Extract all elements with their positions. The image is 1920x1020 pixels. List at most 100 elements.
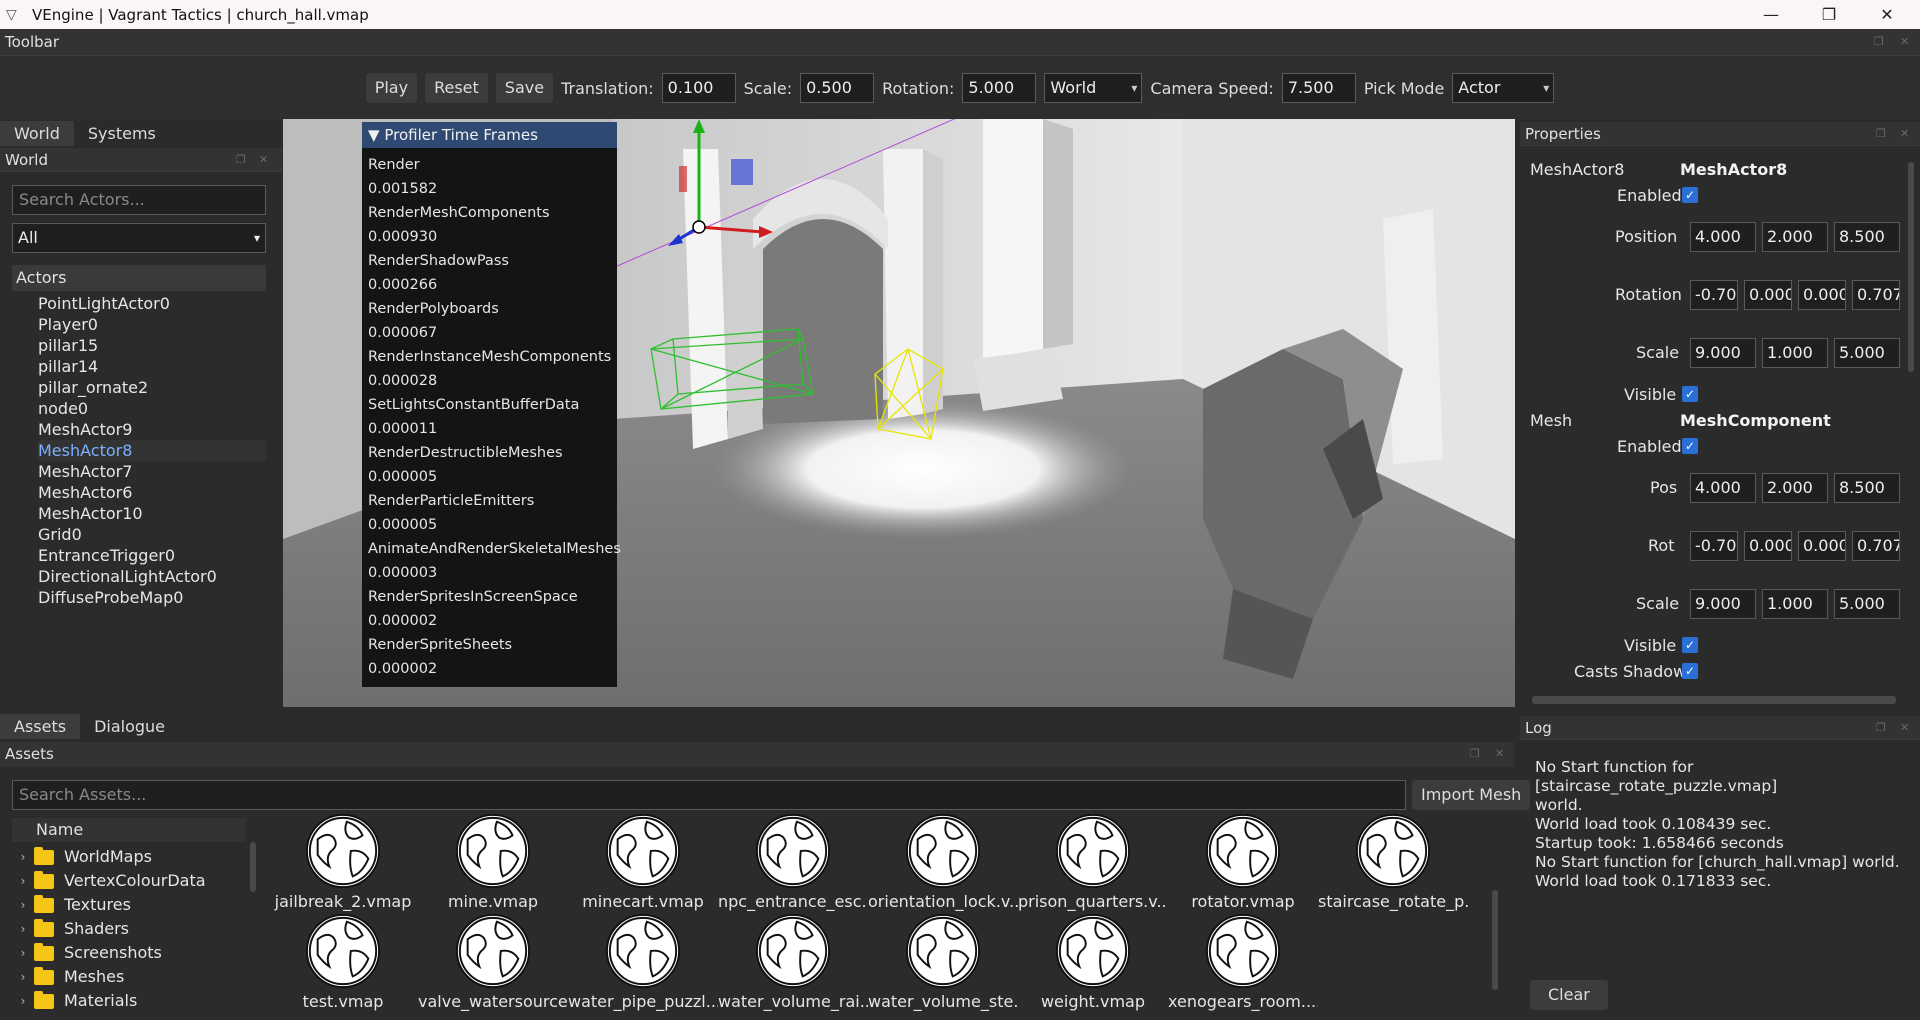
rot-z-input[interactable]: 0.000 [1798,531,1846,561]
tab-world[interactable]: World [0,121,74,146]
tab-assets[interactable]: Assets [0,714,81,739]
chevron-right-icon[interactable]: › [12,941,34,965]
asset-tile[interactable]: mine.vmap [418,812,568,911]
folder-tree-item[interactable]: › WorldMaps [12,845,246,869]
position-y-input[interactable]: 2.000 [1762,222,1828,252]
close-panel-icon[interactable]: ✕ [1900,716,1909,740]
actor-filter-select[interactable]: All [12,223,266,253]
asset-tile[interactable]: weight.vmap [1018,912,1168,1011]
scale-input[interactable]: 0.500 [800,73,875,103]
chevron-right-icon[interactable]: › [12,989,34,1013]
asset-tile[interactable]: water_volume_ste... [868,912,1018,1011]
actor-list-item[interactable]: Grid0 [38,524,266,545]
undock-icon[interactable]: ❐ [236,148,246,172]
properties-vscrollbar[interactable] [1908,162,1914,372]
asset-tile[interactable]: valve_watersource... [418,912,568,1011]
close-panel-icon[interactable]: ✕ [1495,742,1504,766]
mesh-scale-y-input[interactable]: 1.000 [1762,589,1828,619]
actor-list-item[interactable]: pillar14 [38,356,266,377]
rot-x-input[interactable]: -0.707 [1690,531,1738,561]
casts-shadow-checkbox[interactable]: ✓ [1682,663,1698,679]
undock-icon[interactable]: ❐ [1470,742,1480,766]
rotation-y-input[interactable]: 0.000 [1744,280,1792,310]
pos-z-input[interactable]: 8.500 [1834,473,1900,503]
actor-list-item[interactable]: node0 [38,398,266,419]
actor-list-item[interactable]: PointLightActor0 [38,293,266,314]
folder-tree-item[interactable]: › Materials [12,989,246,1013]
folder-tree-item[interactable]: › Screenshots [12,941,246,965]
actor-list-item[interactable]: pillar15 [38,335,266,356]
asset-tile[interactable]: npc_entrance_esc... [718,812,868,911]
pos-y-input[interactable]: 2.000 [1762,473,1828,503]
profiler-window[interactable]: ▼ Profiler Time Frames Render 0.001582 Ren… [362,122,621,687]
play-button[interactable]: Play [365,73,418,103]
close-icon[interactable]: ✕ [1858,0,1916,29]
rotation-w-input[interactable]: 0.707 [1852,280,1900,310]
asset-tile[interactable]: rotator.vmap [1168,812,1318,911]
asset-tile[interactable]: jailbreak_2.vmap [268,812,418,911]
asset-search-input[interactable]: Search Assets... [12,780,1406,810]
mesh-enabled-checkbox[interactable]: ✓ [1682,438,1698,454]
actor-list-item[interactable]: DiffuseProbeMap0 [38,587,266,608]
undock-icon[interactable]: ❐ [1876,122,1886,146]
space-select[interactable]: World [1044,73,1143,103]
visible-checkbox[interactable]: ✓ [1682,386,1698,402]
actor-list-item[interactable]: Player0 [38,314,266,335]
asset-tile[interactable]: orientation_lock.v... [868,812,1018,911]
folder-tree-item[interactable]: › Textures [12,893,246,917]
mesh-visible-checkbox[interactable]: ✓ [1682,637,1698,653]
folder-tree-item[interactable]: › Meshes [12,965,246,989]
save-button[interactable]: Save [495,73,554,103]
restore-icon[interactable]: ❐ [1800,0,1858,29]
scale-x-input[interactable]: 9.000 [1690,338,1756,368]
chevron-right-icon[interactable]: › [12,917,34,941]
chevron-right-icon[interactable]: › [12,893,34,917]
asset-tile[interactable]: minecart.vmap [568,812,718,911]
asset-tile[interactable]: xenogears_room.... [1168,912,1318,1011]
clear-log-button[interactable]: Clear [1530,980,1608,1010]
asset-tile[interactable]: water_pipe_puzzl... [568,912,718,1011]
tree-scrollbar[interactable] [250,842,256,892]
enabled-checkbox[interactable]: ✓ [1682,187,1698,203]
properties-hscrollbar[interactable] [1532,696,1896,704]
folder-tree-item[interactable]: › Shaders [12,917,246,941]
chevron-right-icon[interactable]: › [12,845,34,869]
actor-list-item[interactable]: MeshActor6 [38,482,266,503]
tab-systems[interactable]: Systems [73,121,170,146]
actor-list-item[interactable]: MeshActor9 [38,419,266,440]
asset-tile[interactable]: water_volume_rai... [718,912,868,1011]
rot-y-input[interactable]: 0.000 [1744,531,1792,561]
asset-tile[interactable]: test.vmap [268,912,418,1011]
position-x-input[interactable]: 4.000 [1690,222,1756,252]
asset-tile[interactable]: staircase_rotate_p... [1318,812,1468,911]
rotation-z-input[interactable]: 0.000 [1798,280,1846,310]
close-panel-icon[interactable]: ✕ [259,148,268,172]
chevron-right-icon[interactable]: › [12,869,34,893]
actor-list-item[interactable]: MeshActor7 [38,461,266,482]
undock-icon[interactable]: ❐ [1874,29,1884,55]
undock-icon[interactable]: ❐ [1876,716,1886,740]
import-mesh-button[interactable]: Import Mesh [1412,780,1531,810]
actor-search-input[interactable]: Search Actors... [12,185,266,215]
mesh-scale-x-input[interactable]: 9.000 [1690,589,1756,619]
chevron-right-icon[interactable]: › [12,965,34,989]
mesh-scale-z-input[interactable]: 5.000 [1834,589,1900,619]
collapse-triangle-icon[interactable]: ▼ [368,126,380,144]
asset-tile[interactable]: prison_quarters.v... [1018,812,1168,911]
rot-w-input[interactable]: 0.707 [1852,531,1900,561]
position-z-input[interactable]: 8.500 [1834,222,1900,252]
folder-tree-item[interactable]: › VertexColourData [12,869,246,893]
rotation-input[interactable]: 5.000 [962,73,1037,103]
scale-y-input[interactable]: 1.000 [1762,338,1828,368]
close-panel-icon[interactable]: ✕ [1900,29,1909,55]
pos-x-input[interactable]: 4.000 [1690,473,1756,503]
pick-mode-select[interactable]: Actor [1452,73,1555,103]
minimize-icon[interactable]: — [1742,0,1800,29]
scale-z-input[interactable]: 5.000 [1834,338,1900,368]
rotation-x-input[interactable]: -0.707 [1690,280,1738,310]
reset-button[interactable]: Reset [425,73,488,103]
tab-dialogue[interactable]: Dialogue [80,714,180,739]
actor-list-item[interactable]: DirectionalLightActor0 [38,566,266,587]
actor-list-item[interactable]: EntranceTrigger0 [38,545,266,566]
profiler-header[interactable]: ▼ Profiler Time Frames [362,122,617,148]
